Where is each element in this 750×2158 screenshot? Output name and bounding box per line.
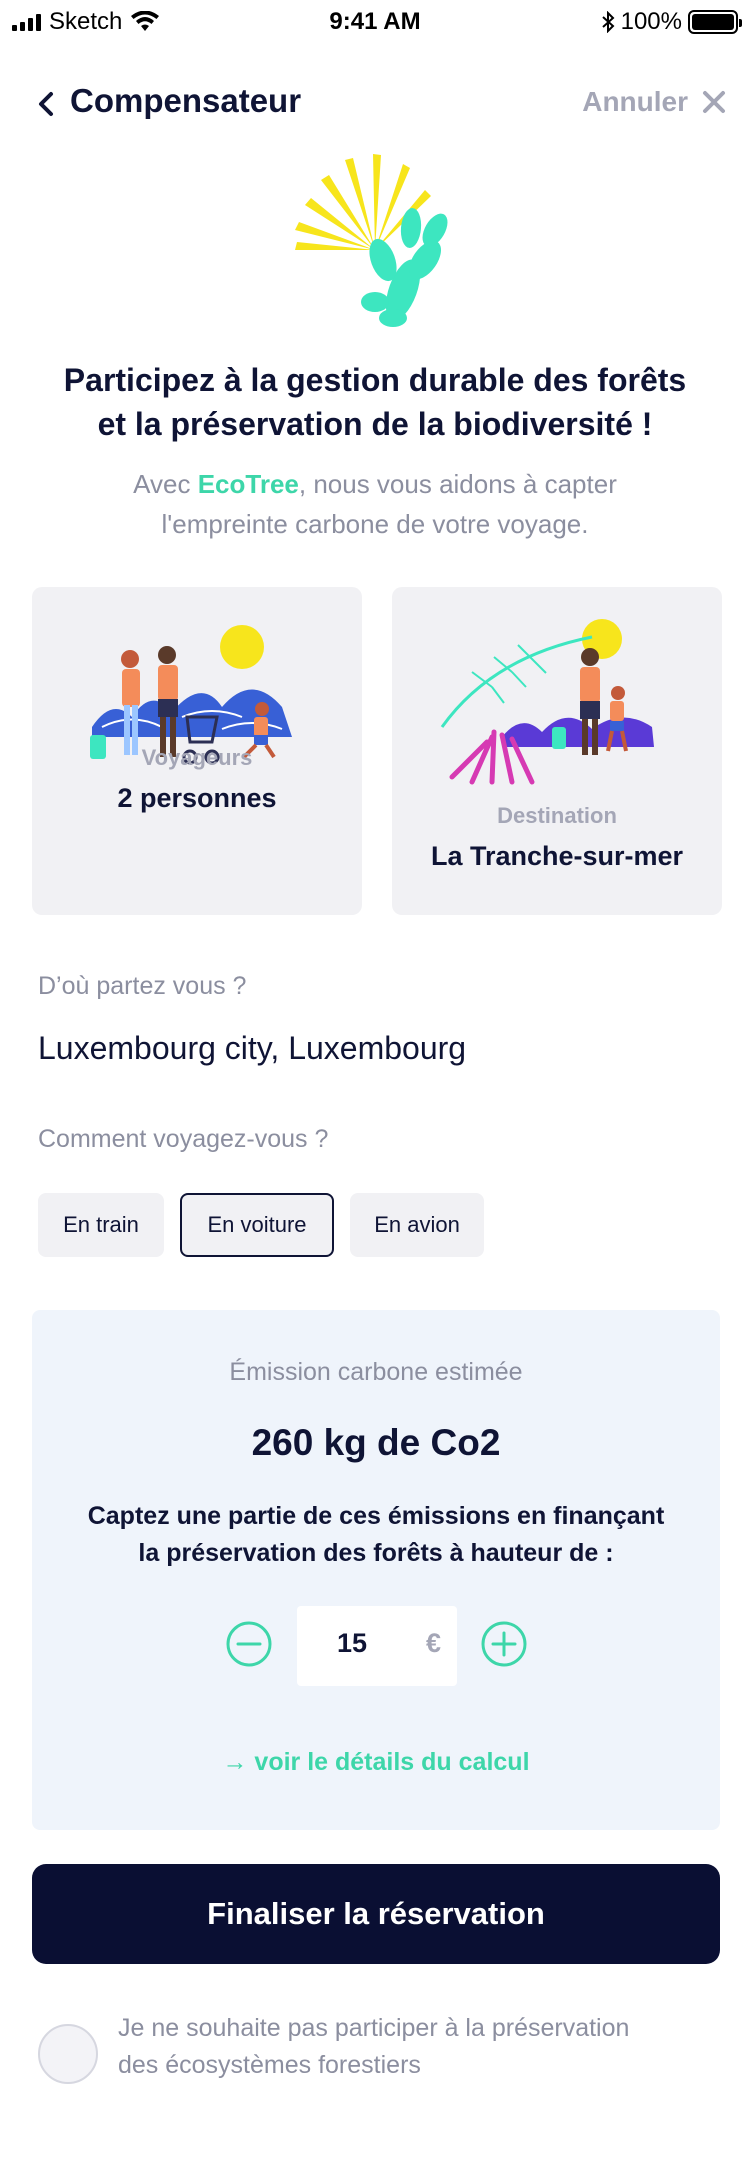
calculation-details-link[interactable]: → voir le détails du calcul: [32, 1748, 720, 1777]
page-title: Compensateur: [70, 82, 302, 119]
estimate-description-line-2: la préservation des forêts à hauteur de …: [138, 1539, 614, 1567]
estimate-description: Captez une partie de ces émissions en fi…: [52, 1498, 700, 1572]
transport-option-plane[interactable]: En avion: [350, 1193, 484, 1257]
subline-prefix: Avec: [133, 469, 198, 499]
destination-label: Destination: [497, 803, 617, 828]
back-button[interactable]: [28, 84, 64, 124]
cancel-button[interactable]: Annuler: [582, 86, 726, 118]
estimate-description-line-1: Captez une partie de ces émissions en fi…: [87, 1502, 665, 1530]
status-bar: Sketch 9:41 AM 100%: [0, 0, 750, 44]
subline: Avec EcoTree, nous vous aidons à capter …: [60, 464, 690, 544]
amount-input[interactable]: 15 €: [297, 1606, 457, 1686]
optout-option[interactable]: Je ne souhaite pas participer à la prése…: [38, 2008, 718, 2098]
headline-line-2: et la préservation de la biodiversité !: [97, 406, 653, 442]
estimate-value: 260 kg de Co2: [251, 1422, 501, 1463]
close-icon: [703, 91, 725, 113]
nav-bar: Compensateur Annuler: [0, 76, 750, 132]
estimate-label: Émission carbone estimée: [229, 1358, 523, 1386]
travelers-label: Voyageurs: [141, 745, 253, 770]
travelers-card[interactable]: Voyageurs 2 personnes: [32, 587, 362, 915]
status-right: 100%: [601, 8, 742, 36]
optout-text: Je ne souhaite pas participer à la prése…: [118, 2010, 738, 2084]
transport-question: Comment voyagez-vous ?: [38, 1125, 329, 1153]
cancel-label: Annuler: [582, 86, 688, 117]
headline: Participez à la gestion durable des forê…: [30, 358, 720, 446]
chevron-left-icon: [39, 92, 53, 116]
amount-stepper: 15 €: [32, 1606, 720, 1686]
bluetooth-icon: [601, 11, 615, 33]
transport-option-car[interactable]: En voiture: [180, 1193, 334, 1257]
headline-line-1: Participez à la gestion durable des forê…: [63, 362, 687, 398]
origin-question: D’où partez vous ?: [38, 972, 247, 1000]
leaf-illustration: [295, 154, 448, 327]
minus-button[interactable]: [225, 1620, 273, 1668]
destination-value: La Tranche-sur-mer: [430, 841, 684, 871]
currency-symbol: €: [425, 1628, 441, 1658]
travelers-value: 2 personnes: [117, 783, 277, 813]
finalize-booking-button[interactable]: Finaliser la réservation: [32, 1864, 720, 1964]
destination-card[interactable]: Destination La Tranche-sur-mer: [392, 587, 722, 915]
subline-line-2: l'empreinte carbone de votre voyage.: [161, 509, 589, 539]
carbon-estimate-panel: Émission carbone estimée 260 kg de Co2 C…: [32, 1310, 720, 1830]
optout-line-2: des écosystèmes forestiers: [118, 2051, 421, 2079]
optout-line-1: Je ne souhaite pas participer à la prése…: [118, 2014, 630, 2042]
battery-icon: [688, 10, 742, 34]
amount-value: 15: [336, 1628, 368, 1658]
plus-button[interactable]: [480, 1620, 528, 1668]
optout-radio[interactable]: [38, 2024, 98, 2084]
subline-suffix: , nous vous aidons à capter: [298, 469, 617, 499]
transport-option-train[interactable]: En train: [38, 1193, 164, 1257]
brand-name: EcoTree: [197, 469, 299, 499]
destination-illustration: [440, 619, 654, 785]
transport-options: En train En voiture En avion: [38, 1193, 484, 1257]
origin-field[interactable]: Luxembourg city, Luxembourg: [38, 1030, 466, 1067]
battery-percent: 100%: [620, 8, 682, 35]
